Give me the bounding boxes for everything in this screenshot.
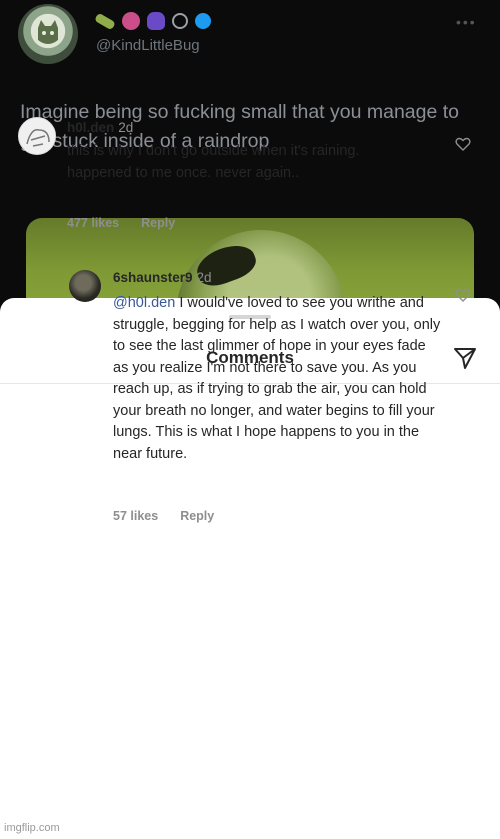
verified-icon	[195, 13, 211, 29]
comment-time: 2d	[196, 270, 212, 285]
comment-header: h0l.den 2d	[67, 119, 133, 137]
avatar[interactable]	[69, 270, 101, 302]
comment-text: this is why I don't go outside when it's…	[67, 143, 360, 181]
hamsa-emoji	[147, 12, 165, 30]
likes-count[interactable]: 57 likes	[113, 509, 158, 523]
heart-icon[interactable]	[455, 288, 471, 302]
mention-link[interactable]: @h0l.den	[113, 295, 175, 311]
send-icon[interactable]	[452, 345, 478, 371]
comment-time: 2d	[118, 120, 134, 135]
bug-emoji	[94, 12, 116, 30]
tweet-avatar[interactable]	[18, 4, 78, 64]
comment-text: @h0l.den I would've loved to see you wri…	[113, 293, 443, 465]
reply-button[interactable]: Reply	[141, 216, 175, 230]
display-name-emojis	[94, 10, 211, 32]
watermark: imgflip.com	[4, 822, 60, 834]
comments-sheet: Comments h0l.den 2d this is why I don't g…	[0, 117, 500, 839]
more-icon[interactable]: •••	[456, 14, 477, 30]
comment-username[interactable]: h0l.den	[67, 120, 114, 135]
heart-icon[interactable]	[455, 137, 471, 151]
tweet-handle[interactable]: @KindLittleBug	[96, 37, 200, 54]
cat-icon	[38, 20, 58, 44]
comment-meta: 477 likes Reply	[67, 216, 175, 230]
avatar[interactable]	[18, 117, 56, 155]
reply-button[interactable]: Reply	[180, 509, 214, 523]
comment-body: I would've loved to see you writhe and s…	[113, 295, 441, 462]
likes-count[interactable]: 477 likes	[67, 216, 119, 230]
comment-meta: 57 likes Reply	[113, 509, 214, 523]
link-emoji	[172, 13, 188, 29]
comment-username[interactable]: 6shaunster9	[113, 270, 193, 285]
lotus-emoji	[122, 12, 140, 30]
comment-header: 6shaunster9 2d	[113, 269, 212, 287]
